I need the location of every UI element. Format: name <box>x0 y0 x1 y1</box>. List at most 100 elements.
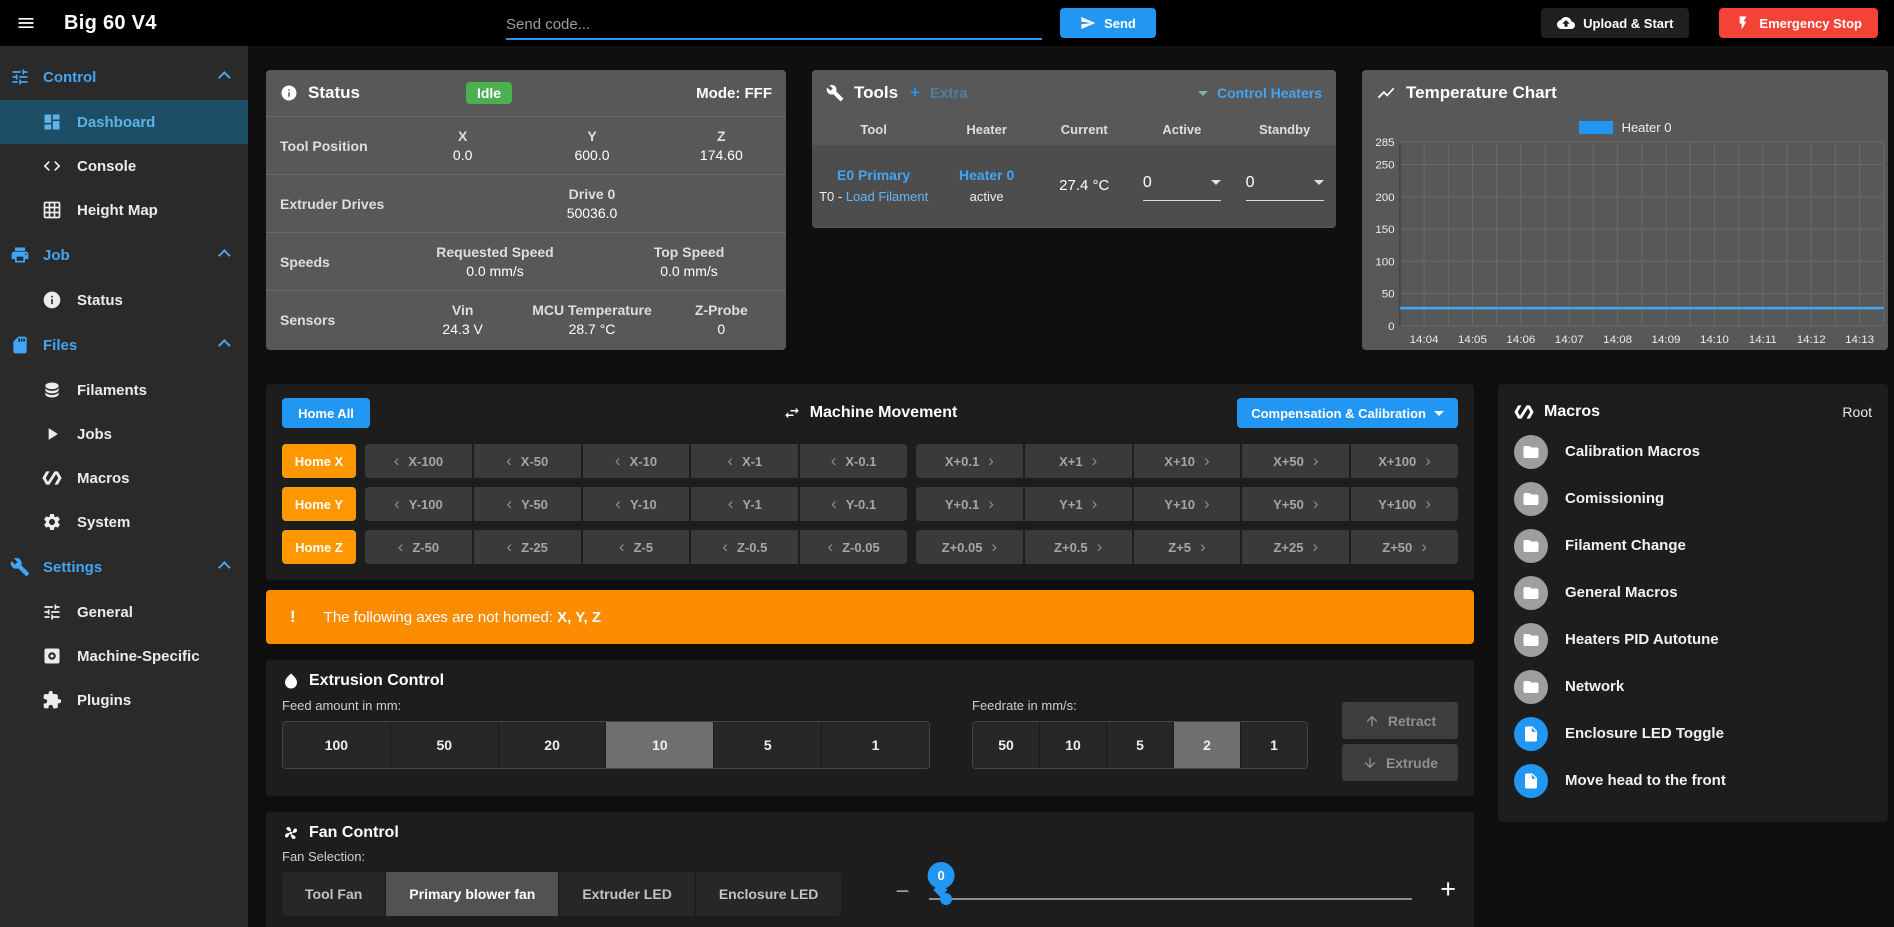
feed-amount-50[interactable]: 50 <box>391 722 499 768</box>
active-temp-select[interactable]: 0 <box>1143 171 1221 201</box>
macro-item-calibration-macros[interactable]: Calibration Macros <box>1514 428 1872 475</box>
jog-button-x-100[interactable]: ‹X-100 <box>365 444 472 478</box>
button-home-x[interactable]: Home X <box>282 444 356 478</box>
sidebar-section-job[interactable]: Job <box>0 232 248 278</box>
home-all-button[interactable]: Home All <box>282 398 370 428</box>
wrench-icon <box>826 84 844 102</box>
sidebar-item-dashboard[interactable]: Dashboard <box>0 100 248 144</box>
macro-item-heaters-pid-autotune[interactable]: Heaters PID Autotune <box>1514 616 1872 663</box>
jog-button-z-5[interactable]: ‹Z-5 <box>583 530 690 564</box>
macro-item-general-macros[interactable]: General Macros <box>1514 569 1872 616</box>
feed-amount-5[interactable]: 5 <box>714 722 822 768</box>
sidebar-item-plugins[interactable]: Plugins <box>0 678 248 722</box>
heater-link[interactable]: Heater 0 <box>935 165 1038 185</box>
emergency-stop-button[interactable]: Emergency Stop <box>1719 8 1878 38</box>
control-heaters-link[interactable]: Control Heaters <box>1198 85 1322 101</box>
jog-button-x-50[interactable]: ‹X-50 <box>474 444 581 478</box>
feedrate-2[interactable]: 2 <box>1174 722 1241 768</box>
button-home-z[interactable]: Home Z <box>282 530 356 564</box>
jog-button-z-0-5[interactable]: ‹Z-0.5 <box>691 530 798 564</box>
compensation-calibration-button[interactable]: Compensation & Calibration <box>1237 398 1458 428</box>
macro-item-enclosure-led-toggle[interactable]: Enclosure LED Toggle <box>1514 710 1872 757</box>
jog-button-y-100[interactable]: Y+100› <box>1351 487 1458 521</box>
tool-name-link[interactable]: E0 Primary <box>812 165 935 185</box>
fan-tab-tool-fan[interactable]: Tool Fan <box>282 872 386 916</box>
standby-temp-select[interactable]: 0 <box>1246 171 1324 201</box>
sidebar-item-system[interactable]: System <box>0 500 248 544</box>
jog-button-x-50[interactable]: X+50› <box>1242 444 1349 478</box>
feedrate-50[interactable]: 50 <box>973 722 1040 768</box>
extra-link[interactable]: Extra <box>930 85 968 102</box>
chevron-right-icon: › <box>1092 494 1098 514</box>
send-button[interactable]: Send <box>1060 8 1156 38</box>
jog-button-x-10[interactable]: ‹X-10 <box>583 444 690 478</box>
jog-button-y-1[interactable]: Y+1› <box>1025 487 1132 521</box>
slider-thumb[interactable] <box>940 893 952 905</box>
macro-item-comissioning[interactable]: Comissioning <box>1514 475 1872 522</box>
feedrate-10[interactable]: 10 <box>1040 722 1107 768</box>
gear-icon <box>42 512 62 532</box>
menu-icon[interactable] <box>16 10 42 36</box>
info-icon <box>42 290 62 310</box>
sidebar-item-height-map[interactable]: Height Map <box>0 188 248 232</box>
fan-tab-primary-blower-fan[interactable]: Primary blower fan <box>386 872 559 916</box>
jog-button-x-0-1[interactable]: ‹X-0.1 <box>800 444 907 478</box>
jog-button-y-100[interactable]: ‹Y-100 <box>365 487 472 521</box>
sidebar-item-machine-specific[interactable]: Machine-Specific <box>0 634 248 678</box>
jog-button-y-50[interactable]: Y+50› <box>1242 487 1349 521</box>
jog-button-z-0-05[interactable]: Z+0.05› <box>916 530 1023 564</box>
sidebar-item-jobs[interactable]: Jobs <box>0 412 248 456</box>
jog-button-x-100[interactable]: X+100› <box>1351 444 1458 478</box>
button-home-y[interactable]: Home Y <box>282 487 356 521</box>
retract-button[interactable]: Retract <box>1342 702 1458 739</box>
jog-button-z-25[interactable]: Z+25› <box>1242 530 1349 564</box>
plus-icon[interactable]: + <box>1440 874 1456 905</box>
menu-icon <box>16 13 36 33</box>
sidebar-item-console[interactable]: Console <box>0 144 248 188</box>
feed-amount-20[interactable]: 20 <box>499 722 607 768</box>
sidebar-section-control[interactable]: Control <box>0 54 248 100</box>
sidebar-section-settings[interactable]: Settings <box>0 544 248 590</box>
sidebar-item-general[interactable]: General <box>0 590 248 634</box>
minus-icon[interactable]: − <box>895 878 909 906</box>
jog-button-y-10[interactable]: ‹Y-10 <box>583 487 690 521</box>
macro-item-filament-change[interactable]: Filament Change <box>1514 522 1872 569</box>
jog-button-z-50[interactable]: Z+50› <box>1351 530 1458 564</box>
folder-icon <box>1514 482 1548 516</box>
jog-button-z-0-5[interactable]: Z+0.5› <box>1025 530 1132 564</box>
machine-icon <box>42 646 62 666</box>
jog-button-z-25[interactable]: ‹Z-25 <box>474 530 581 564</box>
jog-button-z-0-05[interactable]: ‹Z-0.05 <box>800 530 907 564</box>
feed-amount-10[interactable]: 10 <box>606 722 714 768</box>
jog-button-z-5[interactable]: Z+5› <box>1134 530 1241 564</box>
slider-track[interactable]: 0 <box>929 898 1412 900</box>
fan-tab-extruder-led[interactable]: Extruder LED <box>559 872 695 916</box>
sidebar-section-files[interactable]: Files <box>0 322 248 368</box>
extrude-button[interactable]: Extrude <box>1342 744 1458 781</box>
jog-button-x-1[interactable]: ‹X-1 <box>691 444 798 478</box>
feed-amount-1[interactable]: 1 <box>822 722 929 768</box>
sidebar-item-status[interactable]: Status <box>0 278 248 322</box>
macros-breadcrumb[interactable]: Root <box>1842 404 1872 420</box>
load-filament-link[interactable]: Load Filament <box>846 189 928 204</box>
jog-button-x-10[interactable]: X+10› <box>1134 444 1241 478</box>
upload-start-button[interactable]: Upload & Start <box>1541 8 1689 38</box>
macro-item-move-head-to-the-front[interactable]: Move head to the front <box>1514 757 1872 804</box>
add-tool-button[interactable]: + <box>910 83 920 103</box>
jog-button-z-50[interactable]: ‹Z-50 <box>365 530 472 564</box>
fan-tab-enclosure-led[interactable]: Enclosure LED <box>696 872 842 916</box>
jog-button-y-0-1[interactable]: ‹Y-0.1 <box>800 487 907 521</box>
feedrate-5[interactable]: 5 <box>1107 722 1174 768</box>
jog-button-x-0-1[interactable]: X+0.1› <box>916 444 1023 478</box>
jog-button-y-10[interactable]: Y+10› <box>1134 487 1241 521</box>
sidebar-item-filaments[interactable]: Filaments <box>0 368 248 412</box>
sidebar-item-macros[interactable]: Macros <box>0 456 248 500</box>
jog-button-y-1[interactable]: ‹Y-1 <box>691 487 798 521</box>
jog-button-y-50[interactable]: ‹Y-50 <box>474 487 581 521</box>
jog-button-y-0-1[interactable]: Y+0.1› <box>916 487 1023 521</box>
macro-item-network[interactable]: Network <box>1514 663 1872 710</box>
feed-amount-100[interactable]: 100 <box>283 722 391 768</box>
send-code-input[interactable] <box>506 16 1042 33</box>
jog-button-x-1[interactable]: X+1› <box>1025 444 1132 478</box>
feedrate-1[interactable]: 1 <box>1241 722 1307 768</box>
